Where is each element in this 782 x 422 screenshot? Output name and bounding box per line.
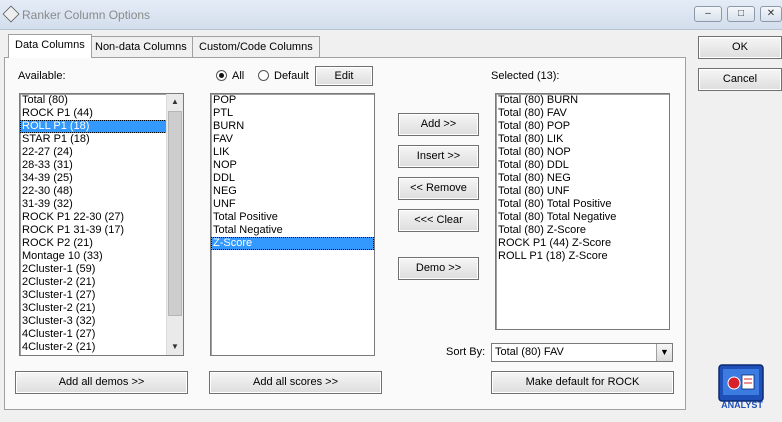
radio-all[interactable] bbox=[216, 70, 227, 81]
edit-button[interactable]: Edit bbox=[315, 66, 373, 86]
tab-data-columns[interactable]: Data Columns bbox=[8, 34, 92, 58]
available-list-item[interactable]: Montage 10 (33) bbox=[20, 250, 183, 263]
available-items: Total (80) ROCK P1 (44) ROLL P1 (18) STAR P… bbox=[20, 94, 183, 354]
tab-custom-code-columns[interactable]: Custom/Code Columns bbox=[192, 36, 320, 58]
radio-default[interactable] bbox=[258, 70, 269, 81]
radio-default-label: Default bbox=[274, 70, 309, 82]
available-list-item[interactable]: 3Cluster-1 (27) bbox=[20, 289, 183, 302]
selected-list-item[interactable]: Total (80) POP bbox=[496, 120, 669, 133]
available-list-item[interactable]: 22-30 (48) bbox=[20, 185, 183, 198]
radio-all-label: All bbox=[232, 70, 245, 82]
available-scrollbar[interactable]: ▲ ▼ bbox=[166, 94, 183, 355]
available-listbox[interactable]: Total (80) ROCK P1 (44) ROLL P1 (18) STAR P… bbox=[19, 93, 184, 356]
sort-by-value: Total (80) FAV bbox=[495, 346, 564, 358]
selected-list-item[interactable]: ROCK P1 (44) Z-Score bbox=[496, 237, 669, 250]
selected-list-item[interactable]: Total (80) Z-Score bbox=[496, 224, 669, 237]
available-list-item[interactable]: Total (80) bbox=[20, 94, 183, 107]
selected-listbox[interactable]: Total (80) BURN Total (80) FAV Total (80) … bbox=[495, 93, 670, 330]
score-list-item[interactable]: BURN bbox=[211, 120, 374, 133]
insert-button[interactable]: Insert >> bbox=[398, 145, 479, 168]
analyst-logo: ANALYST bbox=[718, 364, 764, 410]
selected-list-item[interactable]: Total (80) NOP bbox=[496, 146, 669, 159]
selected-list-item[interactable]: Total (80) BURN bbox=[496, 94, 669, 107]
selected-items: Total (80) BURN Total (80) FAV Total (80) … bbox=[496, 94, 669, 263]
score-list-item[interactable]: Total Positive bbox=[211, 211, 374, 224]
available-list-item[interactable]: 4Cluster-1 (27) bbox=[20, 328, 183, 341]
score-list-item[interactable]: Z-Score bbox=[211, 237, 374, 250]
available-list-item[interactable]: 31-39 (32) bbox=[20, 198, 183, 211]
available-list-item[interactable]: ROCK P2 (21) bbox=[20, 237, 183, 250]
available-list-item[interactable]: ROCK P1 (44) bbox=[20, 107, 183, 120]
available-list-item[interactable]: 34-39 (25) bbox=[20, 172, 183, 185]
scroll-up-icon[interactable]: ▲ bbox=[167, 94, 183, 110]
available-list-item[interactable]: ROCK P1 31-39 (17) bbox=[20, 224, 183, 237]
available-list-item[interactable]: ROCK P1 22-30 (27) bbox=[20, 211, 183, 224]
scroll-thumb[interactable] bbox=[168, 111, 182, 316]
add-all-demos-button[interactable]: Add all demos >> bbox=[15, 371, 188, 394]
available-list-item[interactable]: 4Cluster-2 (21) bbox=[20, 341, 183, 354]
sort-by-label: Sort By: bbox=[446, 346, 486, 358]
score-list-item[interactable]: POP bbox=[211, 94, 374, 107]
close-button[interactable]: ✕ bbox=[760, 6, 782, 22]
add-all-scores-label: Add all scores >> bbox=[253, 376, 338, 388]
scroll-down-icon[interactable]: ▼ bbox=[167, 339, 183, 355]
available-label: Available: bbox=[18, 70, 66, 82]
tab-non-data-columns[interactable]: Non-data Columns bbox=[88, 36, 194, 58]
chevron-down-icon[interactable]: ▼ bbox=[656, 344, 672, 361]
clear-button[interactable]: <<< Clear bbox=[398, 209, 479, 232]
available-list-item[interactable]: 2Cluster-1 (59) bbox=[20, 263, 183, 276]
add-all-scores-button[interactable]: Add all scores >> bbox=[209, 371, 382, 394]
make-default-button[interactable]: Make default for ROCK bbox=[491, 371, 674, 394]
cancel-button[interactable]: Cancel bbox=[698, 68, 782, 91]
score-list-item[interactable]: FAV bbox=[211, 133, 374, 146]
minimize-button[interactable]: – bbox=[694, 6, 722, 22]
scores-listbox[interactable]: POP PTL BURN FAV LIK NOP DDL NEG UNF Total Positi… bbox=[210, 93, 375, 356]
available-list-item[interactable]: 22-27 (24) bbox=[20, 146, 183, 159]
available-list-item[interactable]: 3Cluster-2 (21) bbox=[20, 302, 183, 315]
selected-list-item[interactable]: Total (80) FAV bbox=[496, 107, 669, 120]
add-all-demos-label: Add all demos >> bbox=[58, 376, 145, 388]
score-list-item[interactable]: NOP bbox=[211, 159, 374, 172]
score-list-item[interactable]: UNF bbox=[211, 198, 374, 211]
window-title: Ranker Column Options bbox=[22, 8, 151, 22]
selected-list-item[interactable]: Total (80) LIK bbox=[496, 133, 669, 146]
selected-list-item[interactable]: Total (80) NEG bbox=[496, 172, 669, 185]
selected-list-item[interactable]: Total (80) UNF bbox=[496, 185, 669, 198]
available-list-item[interactable]: STAR P1 (18) bbox=[20, 133, 183, 146]
selected-list-item[interactable]: Total (80) DDL bbox=[496, 159, 669, 172]
app-icon bbox=[2, 5, 20, 23]
score-list-item[interactable]: Total Negative bbox=[211, 224, 374, 237]
score-list-item[interactable]: LIK bbox=[211, 146, 374, 159]
available-list-item[interactable]: ROLL P1 (18) bbox=[20, 120, 183, 133]
analyst-logo-text: ANALYST bbox=[721, 400, 763, 410]
available-list-item[interactable]: 3Cluster-3 (32) bbox=[20, 315, 183, 328]
maximize-button[interactable]: □ bbox=[727, 6, 755, 22]
score-list-item[interactable]: DDL bbox=[211, 172, 374, 185]
score-list-item[interactable]: NEG bbox=[211, 185, 374, 198]
ok-button[interactable]: OK bbox=[698, 36, 782, 59]
selected-list-item[interactable]: Total (80) Total Negative bbox=[496, 211, 669, 224]
selected-list-item[interactable]: ROLL P1 (18) Z-Score bbox=[496, 250, 669, 263]
add-button[interactable]: Add >> bbox=[398, 113, 479, 136]
score-items: POP PTL BURN FAV LIK NOP DDL NEG UNF Total Positi… bbox=[211, 94, 374, 250]
selected-label: Selected (13): bbox=[491, 70, 560, 82]
title-bar[interactable]: Ranker Column Options – □ ✕ bbox=[0, 0, 782, 30]
score-list-item[interactable]: PTL bbox=[211, 107, 374, 120]
selected-list-item[interactable]: Total (80) Total Positive bbox=[496, 198, 669, 211]
sort-by-select[interactable]: Total (80) FAV ▼ bbox=[491, 343, 673, 362]
remove-button[interactable]: << Remove bbox=[398, 177, 479, 200]
available-list-item[interactable]: 2Cluster-2 (21) bbox=[20, 276, 183, 289]
available-list-item[interactable]: 28-33 (31) bbox=[20, 159, 183, 172]
demo-button[interactable]: Demo >> bbox=[398, 257, 479, 280]
